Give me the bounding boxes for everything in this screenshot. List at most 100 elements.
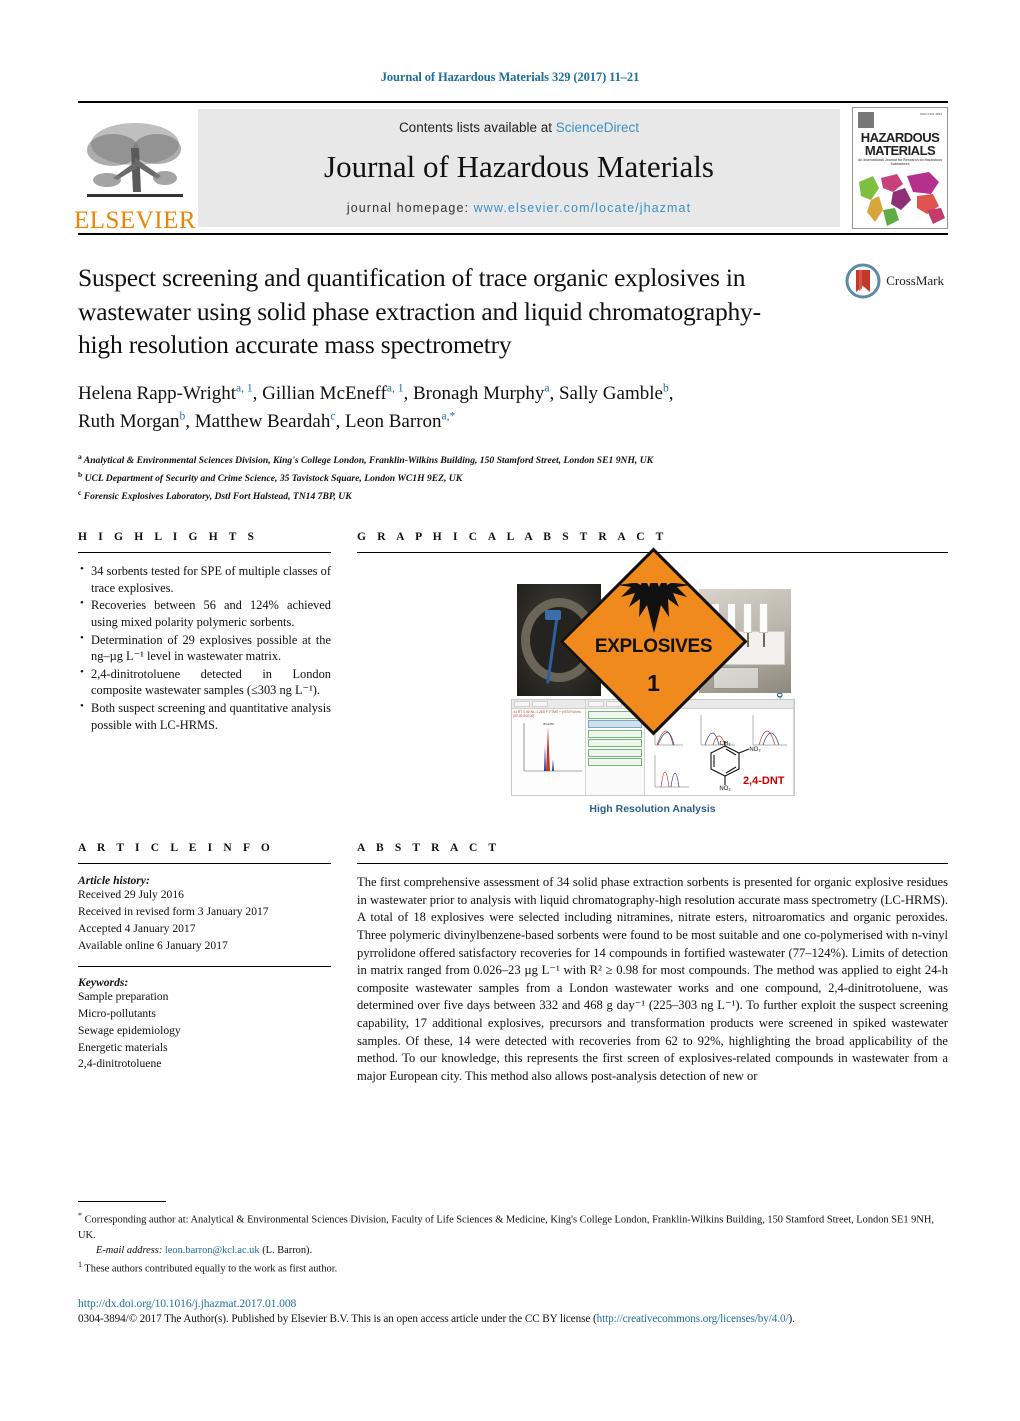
- ga-placard-class-number: 1: [646, 669, 660, 696]
- explosion-burst-icon: [616, 582, 690, 633]
- highlights-rule: [78, 552, 331, 554]
- contents-available-line: Contents lists available at ScienceDirec…: [399, 120, 639, 135]
- journal-cover-thumbnail: ISSN 0304-3894 HAZARDOUS MATERIALS An In…: [852, 107, 948, 229]
- highlights-and-graphical-abstract-row: H I G H L I G H T S 34 sorbents tested f…: [78, 531, 948, 816]
- highlights-list: 34 sorbents tested for SPE of multiple c…: [78, 562, 331, 733]
- graphical-abstract-figure: Raw Sewage Solid Phase Extraction: [502, 547, 803, 816]
- crossmark-badge[interactable]: CrossMark: [845, 263, 944, 299]
- keywords-block: Keywords: Sample preparation Micro-pollu…: [78, 976, 331, 1073]
- keyword-item: Sewage epidemiology: [78, 1023, 181, 1037]
- copyright-suffix: ).: [788, 1313, 795, 1325]
- masthead-bottom-rule: [78, 233, 948, 235]
- affiliation-text: Analytical & Environmental Sciences Divi…: [83, 455, 654, 467]
- graphical-abstract-column: G R A P H I C A L A B S T R A C T Raw Se…: [357, 531, 948, 816]
- copyright-prefix: 0304-3894/© 2017 The Author(s). Publishe…: [78, 1313, 597, 1325]
- affiliation-text: Forensic Explosives Laboratory, Dstl For…: [83, 491, 352, 503]
- list-item: Recoveries between 56 and 124% achieved …: [80, 596, 331, 630]
- history-item: Received 29 July 2016: [78, 888, 184, 902]
- author-item[interactable]: Helena Rapp-Wrighta, 1: [78, 383, 253, 404]
- graphical-abstract-figure-wrap: Raw Sewage Solid Phase Extraction: [357, 547, 948, 816]
- author-item[interactable]: Bronagh Murphya: [413, 383, 550, 404]
- sw-spectrum-chart: 181.0238: [523, 722, 582, 772]
- svg-text:181.0238: 181.0238: [542, 722, 554, 726]
- keyword-item: Sample preparation: [78, 990, 169, 1004]
- running-head: Journal of Hazardous Materials 329 (2017…: [380, 70, 640, 84]
- elsevier-logo: ELSEVIER: [74, 103, 196, 233]
- journal-homepage-line: journal homepage: www.elsevier.com/locat…: [347, 201, 691, 215]
- affiliation-item: c Forensic Explosives Laboratory, Dstl F…: [78, 488, 352, 503]
- svg-text:CH₃: CH₃: [719, 741, 731, 747]
- svg-text:NO₂: NO₂: [719, 786, 731, 791]
- cover-issn-text: ISSN 0304-3894: [919, 112, 942, 116]
- abstract-rule: [357, 863, 948, 865]
- homepage-prefix: journal homepage:: [346, 200, 474, 215]
- keywords-label: Keywords:: [78, 976, 129, 990]
- contents-prefix: Contents lists available at: [398, 119, 556, 135]
- journal-band: Contents lists available at ScienceDirec…: [198, 109, 840, 227]
- highlights-heading: H I G H L I G H T S: [78, 531, 259, 544]
- list-item: 34 sorbents tested for SPE of multiple c…: [80, 562, 331, 596]
- highlights-column: H I G H L I G H T S 34 sorbents tested f…: [78, 531, 331, 814]
- author-item[interactable]: Gillian McEneffa, 1: [262, 383, 403, 404]
- cover-elsevier-mark: [858, 112, 874, 128]
- email-attribution: (L. Barron).: [262, 1245, 313, 1257]
- article-info-and-abstract-row: A R T I C L E I N F O Article history: R…: [78, 842, 948, 1086]
- author-line-2: Ruth Morganb, Matthew Beardahc, Leon Bar…: [78, 411, 456, 433]
- journal-title: Journal of Hazardous Materials: [324, 148, 714, 184]
- ga-placard-word: EXPLOSIVES: [594, 635, 712, 657]
- equal-contribution-marker: 1: [78, 1259, 82, 1269]
- elsevier-wordmark: ELSEVIER: [73, 207, 197, 234]
- doi-link[interactable]: http://dx.doi.org/10.1016/j.jhazmat.2017…: [78, 1297, 948, 1310]
- corresponding-author-text: Corresponding author at: Analytical & En…: [78, 1214, 934, 1241]
- email-link[interactable]: leon.barron@kcl.ac.uk: [165, 1245, 260, 1256]
- page-footer: * Corresponding author at: Analytical & …: [78, 1200, 948, 1325]
- license-link[interactable]: http://creativecommons.org/licenses/by/4…: [597, 1313, 789, 1325]
- crossmark-icon: [845, 263, 881, 299]
- author-item[interactable]: Ruth Morganb: [78, 411, 185, 432]
- copyright-line: 0304-3894/© 2017 The Author(s). Publishe…: [78, 1313, 948, 1325]
- equal-contribution-text: These authors contributed equally to the…: [84, 1263, 338, 1275]
- list-item: 2,4-dinitrotoluene detected in London co…: [80, 665, 331, 699]
- list-item: Determination of 29 explosives possible …: [80, 631, 331, 665]
- ga-compound-label: 2,4-DNT: [742, 775, 785, 788]
- keywords-rule: [78, 966, 331, 968]
- elsevier-tree-icon: [87, 123, 183, 197]
- article-history-block: Article history: Received 29 July 2016 R…: [78, 874, 331, 954]
- author-list: Helena Rapp-Wrighta, 1, Gillian McEneffa…: [78, 380, 948, 437]
- equal-contribution-note: 1 These authors contributed equally to t…: [78, 1259, 948, 1277]
- history-item: Available online 6 January 2017: [78, 938, 228, 952]
- keyword-item: 2,4-dinitrotoluene: [78, 1057, 162, 1071]
- abstract-heading: A B S T R A C T: [357, 842, 501, 855]
- homepage-url-link[interactable]: www.elsevier.com/locate/jhazmat: [474, 201, 692, 215]
- author-item[interactable]: Matthew Beardahc: [195, 411, 336, 432]
- sw-mass-spectrum-pane: #1 RT: 0.00 NL: 1.2E5 F: FTMS + p ESI Fu…: [511, 700, 586, 796]
- graphical-abstract-heading: G R A P H I C A L A B S T R A C T: [357, 531, 668, 544]
- cover-title: HAZARDOUS MATERIALS An International Jou…: [853, 131, 947, 166]
- author-item[interactable]: Leon Barrona,*: [345, 411, 455, 432]
- journal-masthead: ELSEVIER Contents lists available at Sci…: [74, 101, 948, 233]
- abstract-column: A B S T R A C T The first comprehensive …: [357, 842, 948, 1086]
- footnote-rule: [78, 1200, 166, 1202]
- sciencedirect-link[interactable]: ScienceDirect: [556, 120, 639, 135]
- ga-label-high-resolution-analysis: High Resolution Analysis: [589, 803, 716, 816]
- affiliation-list: a Analytical & Environmental Sciences Di…: [78, 451, 948, 505]
- article-info-rule: [78, 863, 331, 865]
- corresponding-author-note: * Corresponding author at: Analytical & …: [78, 1210, 948, 1244]
- list-item: Both suspect screening and quantitative …: [80, 699, 331, 733]
- history-item: Accepted 4 January 2017: [78, 921, 196, 935]
- cover-world-map-graphic: [859, 172, 945, 226]
- svg-text:NO₂: NO₂: [749, 747, 761, 753]
- crossmark-label: CrossMark: [886, 273, 944, 288]
- keyword-item: Energetic materials: [78, 1040, 168, 1054]
- cover-title-line2: MATERIALS: [864, 142, 936, 158]
- email-note: E-mail address: leon.barron@kcl.ac.uk (L…: [78, 1243, 948, 1259]
- article-info-heading: A R T I C L E I N F O: [78, 842, 274, 855]
- corresponding-marker: *: [78, 1210, 82, 1220]
- affiliation-item: a Analytical & Environmental Sciences Di…: [78, 451, 654, 467]
- abstract-text: The first comprehensive assessment of 34…: [357, 875, 948, 1083]
- article-first-page: Journal of Hazardous Materials 329 (2017…: [0, 70, 1020, 1421]
- page-title: Suspect screening and quantification of …: [78, 263, 761, 360]
- article-info-column: A R T I C L E I N F O Article history: R…: [78, 842, 331, 1086]
- author-item[interactable]: Sally Gambleb: [559, 383, 669, 404]
- article-history-label: Article history:: [78, 874, 150, 888]
